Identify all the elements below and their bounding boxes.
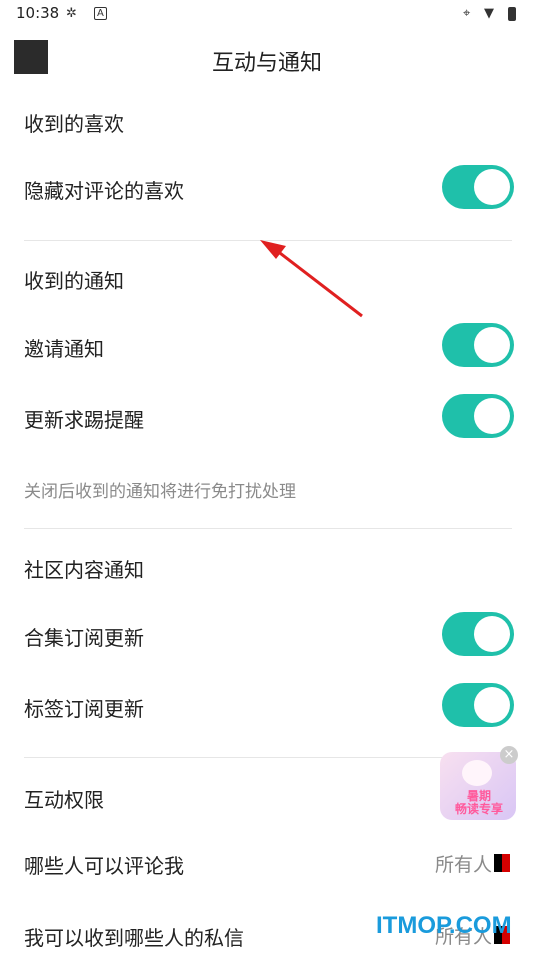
watermark: ITMOP.COM — [376, 912, 512, 939]
annotation-arrow — [260, 240, 363, 318]
arrow-shaft — [275, 248, 363, 318]
